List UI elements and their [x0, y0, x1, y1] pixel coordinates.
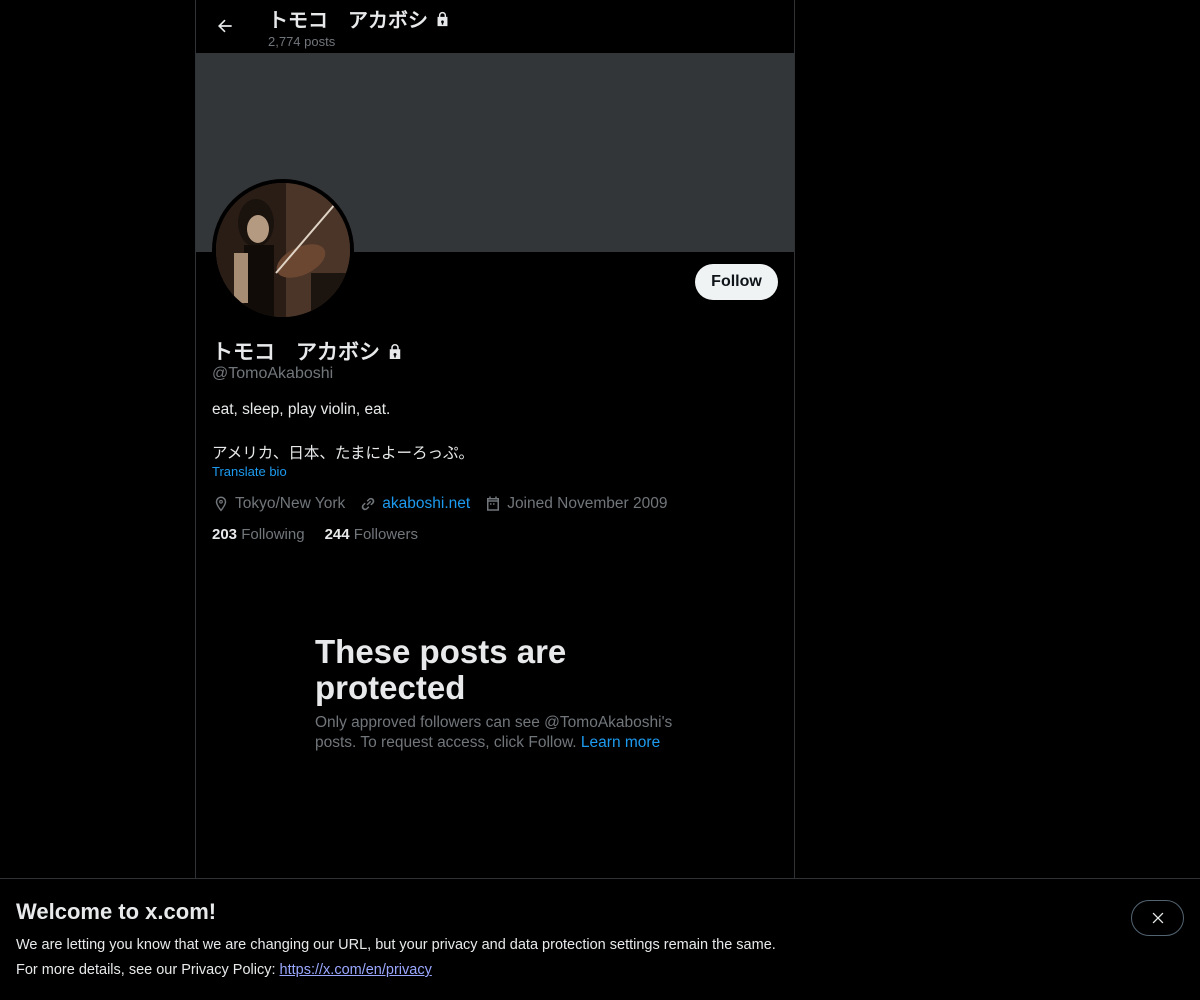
- following-count: 203: [212, 526, 238, 543]
- location: Tokyo/New York: [212, 495, 345, 513]
- following-link[interactable]: 203 Following: [212, 526, 305, 543]
- website-link[interactable]: akaboshi.net: [382, 495, 470, 513]
- profile-column: トモコ アカボシ 2,774 posts Follow トモコ アカボシ @To…: [195, 0, 795, 1000]
- back-button[interactable]: [208, 9, 242, 43]
- learn-more-link[interactable]: Learn more: [581, 734, 660, 751]
- profile-meta: Tokyo/New York akaboshi.net Joined Novem…: [212, 493, 681, 515]
- avatar[interactable]: [212, 179, 354, 321]
- header-title: トモコ アカボシ: [268, 4, 451, 33]
- notice-title: Welcome to x.com!: [16, 899, 217, 924]
- posts-count: 2,774 posts: [268, 34, 336, 49]
- url-change-notice: Welcome to x.com! We are letting you kno…: [0, 878, 1200, 1000]
- arrow-left-icon: [218, 19, 232, 33]
- top-bar: トモコ アカボシ 2,774 posts: [196, 0, 794, 53]
- avatar-image: [216, 183, 350, 317]
- link-icon: [362, 497, 375, 511]
- user-handle: @TomoAkaboshi: [212, 365, 334, 382]
- location-text: Tokyo/New York: [235, 495, 346, 512]
- followers-label: Followers: [353, 526, 418, 543]
- lock-icon: [389, 343, 401, 359]
- notice-text: We are letting you know that we are chan…: [16, 937, 776, 953]
- privacy-policy-link[interactable]: https://x.com/en/privacy: [280, 962, 432, 978]
- protected-title: These posts are protected: [315, 633, 567, 706]
- lock-icon: [437, 11, 448, 26]
- close-notice-button[interactable]: [1131, 900, 1184, 936]
- follow-button[interactable]: Follow: [695, 264, 778, 300]
- display-name: トモコ アカボシ: [212, 336, 404, 366]
- website[interactable]: akaboshi.net: [359, 495, 470, 513]
- follow-counts: 203 Following 244 Followers: [212, 526, 418, 543]
- calendar-icon: [487, 496, 500, 511]
- notice-policy-line: For more details, see our Privacy Policy…: [16, 962, 432, 978]
- translate-bio-link[interactable]: Translate bio: [212, 464, 287, 479]
- followers-link[interactable]: 244 Followers: [325, 526, 418, 543]
- followers-count: 244: [324, 526, 350, 543]
- display-name-text: トモコ アカボシ: [212, 341, 380, 364]
- bio-line: eat, sleep, play violin, eat.: [212, 401, 391, 418]
- protected-message: Only approved followers can see @TomoAka…: [315, 713, 685, 753]
- notice-policy-prefix: For more details, see our Privacy Policy…: [16, 962, 280, 978]
- joined-text: Joined November 2009: [507, 495, 668, 512]
- location-icon: [215, 496, 227, 512]
- header-title-text: トモコ アカボシ: [268, 10, 428, 32]
- joined-date: Joined November 2009: [484, 495, 667, 513]
- bio-line: アメリカ、日本、たまによーろっぷ。: [212, 445, 474, 462]
- close-icon: [1152, 912, 1163, 924]
- following-label: Following: [241, 526, 305, 543]
